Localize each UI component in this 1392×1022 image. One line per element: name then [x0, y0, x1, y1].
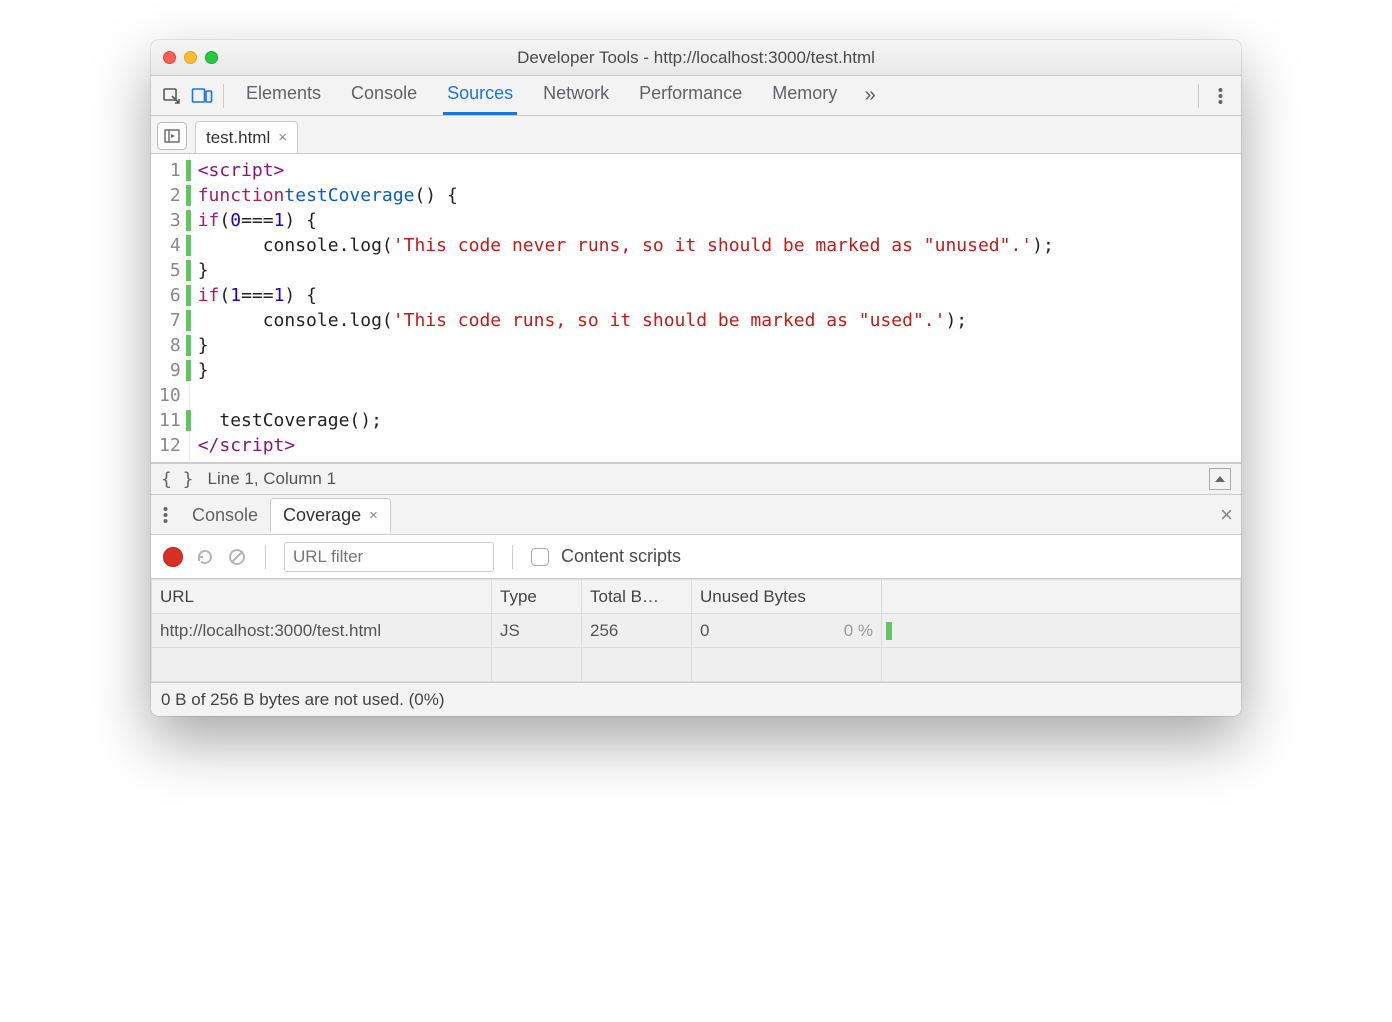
inspect-element-icon[interactable] — [157, 81, 187, 111]
col-header[interactable]: Unused Bytes — [692, 580, 882, 614]
col-header[interactable] — [882, 580, 1241, 614]
tab-network[interactable]: Network — [541, 77, 611, 114]
tab-elements[interactable]: Elements — [244, 77, 323, 114]
coverage-marker — [186, 335, 191, 356]
file-tab[interactable]: test.html × — [195, 121, 298, 153]
cell-bar — [882, 614, 1241, 648]
coverage-marker — [186, 385, 191, 406]
coverage-marker — [186, 310, 191, 331]
coverage-marker — [186, 285, 191, 306]
main-tabs: Elements Console Sources Network Performance… — [244, 77, 839, 114]
code-line: <script> — [198, 158, 1054, 183]
line-number: 8 — [159, 333, 185, 358]
main-toolbar: Elements Console Sources Network Performance… — [151, 76, 1241, 116]
collapse-panel-icon[interactable] — [1209, 468, 1231, 490]
coverage-marker — [186, 260, 191, 281]
line-number: 3 — [159, 208, 185, 233]
url-filter-input[interactable] — [284, 542, 494, 572]
separator — [223, 84, 224, 108]
content-scripts-checkbox[interactable] — [531, 548, 549, 566]
record-button[interactable] — [163, 547, 183, 567]
line-number: 1 — [159, 158, 185, 183]
file-tab-bar: test.html × — [151, 116, 1241, 154]
line-gutter: 123456789101112 — [151, 154, 190, 462]
code-line — [198, 383, 1054, 408]
cell-total: 256 — [582, 614, 692, 648]
tab-console[interactable]: Console — [349, 77, 419, 114]
line-number: 11 — [159, 408, 185, 433]
line-number: 7 — [159, 308, 185, 333]
code-line: testCoverage(); — [198, 408, 1054, 433]
editor-statusbar: { } Line 1, Column 1 — [151, 463, 1241, 495]
line-number: 4 — [159, 233, 185, 258]
coverage-marker — [186, 435, 191, 456]
line-number: 2 — [159, 183, 185, 208]
coverage-footer: 0 B of 256 B bytes are not used. (0%) — [151, 682, 1241, 716]
coverage-toolbar: Content scripts — [151, 535, 1241, 579]
close-tab-icon[interactable]: × — [278, 129, 287, 146]
col-header[interactable]: URL — [152, 580, 492, 614]
line-number: 6 — [159, 283, 185, 308]
tab-memory[interactable]: Memory — [770, 77, 839, 114]
code-line: if (1 === 1) { — [198, 283, 1054, 308]
line-number: 5 — [159, 258, 185, 283]
drawer-tabbar: ConsoleCoverage× × — [151, 495, 1241, 535]
footer-text: 0 B of 256 B bytes are not used. (0%) — [161, 690, 445, 710]
kebab-menu-icon[interactable] — [1205, 81, 1235, 111]
code-line: } — [198, 358, 1054, 383]
drawer-tab-console[interactable]: Console — [180, 499, 270, 532]
separator — [265, 545, 266, 569]
table-row — [152, 648, 1241, 682]
coverage-table: URLTypeTotal B…Unused Bytes http://local… — [151, 579, 1241, 682]
col-header[interactable]: Total B… — [582, 580, 692, 614]
reload-icon[interactable] — [195, 547, 215, 567]
cursor-position: Line 1, Column 1 — [208, 469, 337, 489]
line-number: 10 — [159, 383, 185, 408]
pretty-print-icon[interactable]: { } — [161, 469, 194, 490]
code-line: if (0 === 1) { — [198, 208, 1054, 233]
col-header[interactable]: Type — [492, 580, 582, 614]
overflow-tabs-button[interactable]: » — [855, 81, 885, 111]
coverage-marker — [186, 210, 191, 231]
coverage-marker — [186, 410, 191, 431]
titlebar: Developer Tools - http://localhost:3000/… — [151, 40, 1241, 76]
devtools-window: Developer Tools - http://localhost:3000/… — [151, 40, 1241, 716]
code-line: console.log('This code runs, so it shoul… — [198, 308, 1054, 333]
coverage-marker — [186, 360, 191, 381]
code-line: function testCoverage() { — [198, 183, 1054, 208]
clear-icon[interactable] — [227, 547, 247, 567]
code-line: } — [198, 258, 1054, 283]
code-line: } — [198, 333, 1054, 358]
source-editor[interactable]: 123456789101112 <script> function testCo… — [151, 154, 1241, 463]
code-line: </script> — [198, 433, 1054, 458]
separator — [1198, 84, 1199, 108]
tab-performance[interactable]: Performance — [637, 77, 744, 114]
cell-type: JS — [492, 614, 582, 648]
file-tab-label: test.html — [206, 128, 270, 148]
cell-unused: 0 0 % — [692, 614, 882, 648]
tab-sources[interactable]: Sources — [445, 77, 515, 114]
device-toolbar-icon[interactable] — [187, 81, 217, 111]
close-tab-icon[interactable]: × — [369, 507, 378, 524]
coverage-marker — [186, 235, 191, 256]
line-number: 12 — [159, 433, 185, 458]
table-header-row: URLTypeTotal B…Unused Bytes — [152, 580, 1241, 614]
table-row[interactable]: http://localhost:3000/test.html JS 256 0… — [152, 614, 1241, 648]
window-title: Developer Tools - http://localhost:3000/… — [151, 48, 1241, 68]
close-drawer-icon[interactable]: × — [1220, 502, 1233, 527]
coverage-marker — [186, 185, 191, 206]
content-scripts-label: Content scripts — [561, 546, 681, 567]
line-number: 9 — [159, 358, 185, 383]
code-line: console.log('This code never runs, so it… — [198, 233, 1054, 258]
coverage-marker — [186, 160, 191, 181]
drawer-tab-coverage[interactable]: Coverage× — [270, 498, 391, 533]
show-navigator-icon[interactable] — [157, 122, 187, 150]
code-content: <script> function testCoverage() { if (0… — [190, 154, 1062, 462]
separator — [512, 545, 513, 569]
drawer-menu-icon[interactable] — [159, 505, 172, 525]
cell-url: http://localhost:3000/test.html — [152, 614, 492, 648]
